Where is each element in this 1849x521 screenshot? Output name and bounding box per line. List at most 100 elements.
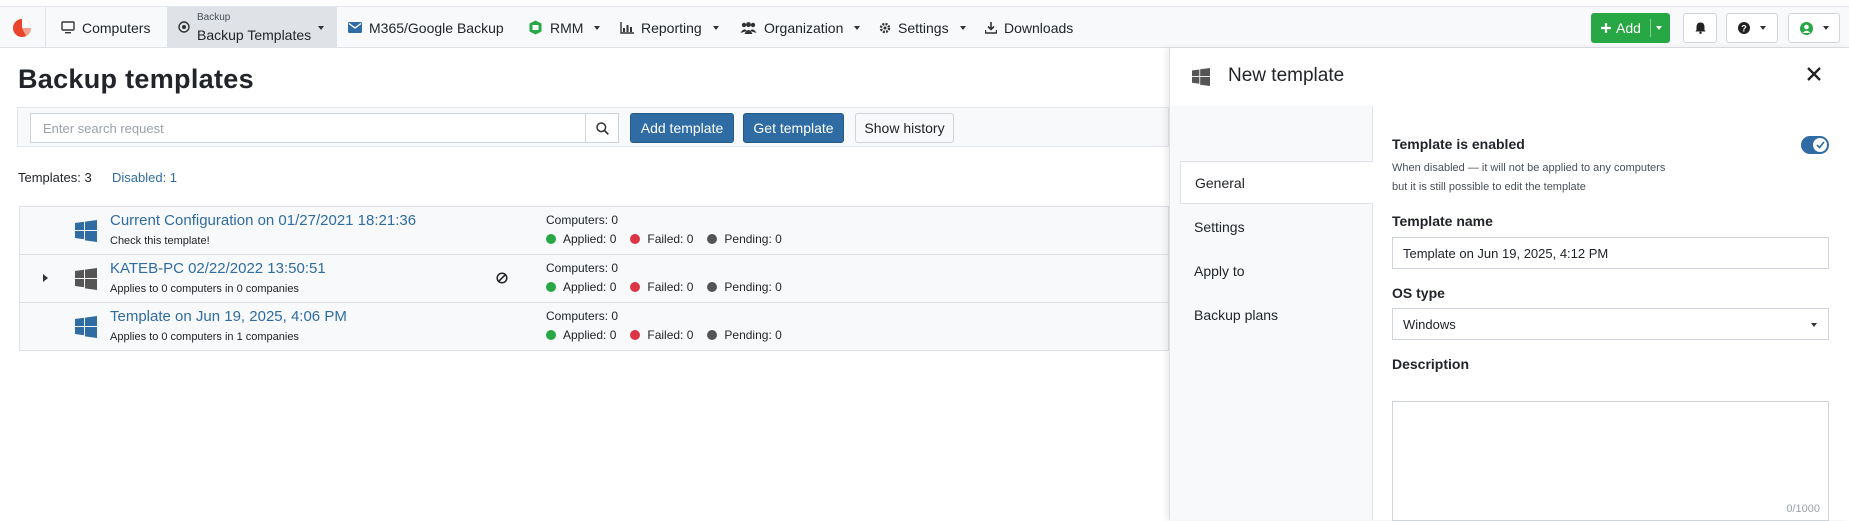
failed-dot bbox=[630, 330, 641, 340]
nav-divider bbox=[45, 7, 46, 48]
os-type-select[interactable]: Windows bbox=[1392, 308, 1829, 340]
nav-m365-label: M365/Google Backup bbox=[369, 19, 504, 36]
nav-downloads-label: Downloads bbox=[1004, 19, 1074, 36]
monitor-icon bbox=[61, 21, 75, 34]
nav-organization-label: Organization bbox=[764, 19, 844, 36]
description-label: Description bbox=[1392, 356, 1470, 372]
table-row[interactable]: KATEB-PC 02/22/2022 13:50:51 Applies to … bbox=[20, 255, 1168, 303]
tab-settings[interactable]: Settings bbox=[1180, 205, 1373, 248]
chevron-down-icon bbox=[1822, 26, 1829, 30]
nav-computers-label: Computers bbox=[82, 19, 151, 36]
check-icon bbox=[1815, 141, 1825, 149]
general-form: Template is enabled When disabled — it w… bbox=[1373, 106, 1849, 521]
notifications-button[interactable] bbox=[1683, 13, 1717, 43]
nav-rmm[interactable]: RMM bbox=[528, 7, 601, 48]
templates-count: Templates: 3 bbox=[18, 170, 92, 185]
panel-body: General Settings Apply to Backup plans T… bbox=[1170, 106, 1849, 521]
panel-title: New template bbox=[1228, 65, 1345, 86]
plus-icon bbox=[1601, 23, 1611, 33]
nav-downloads[interactable]: Downloads bbox=[985, 7, 1073, 48]
chevron-down-icon bbox=[318, 26, 324, 30]
search-button[interactable] bbox=[585, 113, 619, 143]
computers-count: Computers: 0 bbox=[546, 213, 619, 227]
gear-icon bbox=[879, 22, 891, 33]
get-template-button[interactable]: Get template bbox=[743, 113, 844, 143]
applied-count: Applied: 0 bbox=[563, 280, 617, 294]
chevron-down-icon bbox=[959, 25, 966, 30]
expand-row-icon[interactable] bbox=[43, 274, 48, 282]
page-title: Backup templates bbox=[18, 64, 254, 94]
chevron-down-icon bbox=[1811, 323, 1817, 327]
applied-dot bbox=[546, 330, 556, 340]
enabled-toggle[interactable] bbox=[1801, 136, 1829, 154]
add-template-button[interactable]: Add template bbox=[630, 113, 734, 143]
user-menu-button[interactable] bbox=[1788, 13, 1840, 43]
chevron-down-icon bbox=[854, 25, 861, 30]
nav-rmm-label: RMM bbox=[550, 19, 584, 36]
failed-dot bbox=[630, 282, 641, 292]
computers-count: Computers: 0 bbox=[546, 309, 619, 323]
new-template-panel: New template General Settings Apply to B… bbox=[1169, 48, 1849, 521]
pending-count: Pending: 0 bbox=[724, 328, 782, 342]
chevron-down-icon[interactable] bbox=[1656, 26, 1662, 30]
app-logo[interactable] bbox=[12, 18, 32, 38]
status-summary: Applied: 0 Failed: 0 Pending: 0 bbox=[546, 280, 796, 294]
tab-backup-plans[interactable]: Backup plans bbox=[1180, 293, 1373, 336]
applied-count: Applied: 0 bbox=[563, 232, 617, 246]
status-summary: Applied: 0 Failed: 0 Pending: 0 bbox=[546, 232, 796, 246]
chevron-down-icon bbox=[1760, 26, 1766, 30]
description-textarea[interactable]: 0/1000 bbox=[1392, 401, 1829, 521]
close-icon[interactable] bbox=[1806, 66, 1822, 82]
template-name-link[interactable]: Template on Jun 19, 2025, 4:06 PM bbox=[110, 308, 347, 325]
templates-toolbar: Add template Get template Show history bbox=[17, 107, 1169, 147]
failed-count: Failed: 0 bbox=[647, 280, 694, 294]
disabled-filter-link[interactable]: Disabled: 1 bbox=[112, 170, 177, 185]
bell-icon bbox=[1695, 22, 1705, 34]
download-icon bbox=[985, 21, 997, 34]
table-row[interactable]: Template on Jun 19, 2025, 4:06 PM Applie… bbox=[20, 303, 1168, 351]
templates-table: Current Configuration on 01/27/2021 18:2… bbox=[19, 206, 1169, 351]
help-button[interactable]: ? bbox=[1726, 13, 1778, 43]
add-button[interactable]: Add bbox=[1591, 13, 1670, 43]
svg-text:?: ? bbox=[1741, 24, 1747, 34]
tab-apply-to[interactable]: Apply to bbox=[1180, 249, 1373, 292]
show-history-button[interactable]: Show history bbox=[855, 113, 954, 143]
failed-count: Failed: 0 bbox=[647, 232, 694, 246]
template-name-input[interactable]: Template on Jun 19, 2025, 4:12 PM bbox=[1392, 237, 1829, 269]
nav-computers[interactable]: Computers bbox=[61, 7, 150, 48]
nav-reporting[interactable]: Reporting bbox=[620, 7, 719, 48]
character-counter: 0/1000 bbox=[1786, 503, 1820, 515]
failed-count: Failed: 0 bbox=[647, 328, 694, 342]
nav-m365[interactable]: M365/Google Backup bbox=[348, 7, 504, 48]
disabled-icon bbox=[496, 272, 508, 284]
windows-icon bbox=[75, 316, 97, 338]
nav-settings-label: Settings bbox=[898, 19, 949, 36]
failed-dot bbox=[630, 234, 641, 244]
search-input[interactable] bbox=[30, 113, 586, 143]
windows-icon bbox=[75, 268, 97, 290]
table-row[interactable]: Current Configuration on 01/27/2021 18:2… bbox=[20, 207, 1168, 255]
applied-dot bbox=[546, 282, 556, 292]
question-icon: ? bbox=[1738, 22, 1750, 34]
template-name-link[interactable]: Current Configuration on 01/27/2021 18:2… bbox=[110, 212, 416, 229]
bar-chart-icon bbox=[620, 21, 634, 34]
nav-backup[interactable]: Backup Backup Templates bbox=[167, 7, 337, 48]
envelope-icon bbox=[348, 22, 362, 33]
windows-icon bbox=[75, 220, 97, 242]
tab-general[interactable]: General bbox=[1180, 161, 1373, 204]
template-subtitle: Applies to 0 computers in 1 companies bbox=[110, 331, 299, 343]
template-subtitle: Check this template! bbox=[110, 235, 210, 247]
enabled-hint: When disabled — it will not be applied t… bbox=[1392, 162, 1666, 174]
nav-organization[interactable]: Organization bbox=[740, 7, 861, 48]
top-navbar: Computers Backup Backup Templates M365/G… bbox=[0, 6, 1849, 48]
applied-count: Applied: 0 bbox=[563, 328, 617, 342]
pending-dot bbox=[707, 330, 718, 340]
template-subtitle: Applies to 0 computers in 0 companies bbox=[110, 283, 299, 295]
enabled-hint: but it is still possible to edit the tem… bbox=[1392, 181, 1586, 193]
toggle-knob bbox=[1813, 138, 1827, 152]
nav-settings[interactable]: Settings bbox=[879, 7, 966, 48]
rmm-icon bbox=[529, 20, 542, 35]
template-name-link[interactable]: KATEB-PC 02/22/2022 13:50:51 bbox=[110, 260, 326, 277]
pending-count: Pending: 0 bbox=[724, 232, 782, 246]
template-name-label: Template name bbox=[1392, 213, 1493, 229]
